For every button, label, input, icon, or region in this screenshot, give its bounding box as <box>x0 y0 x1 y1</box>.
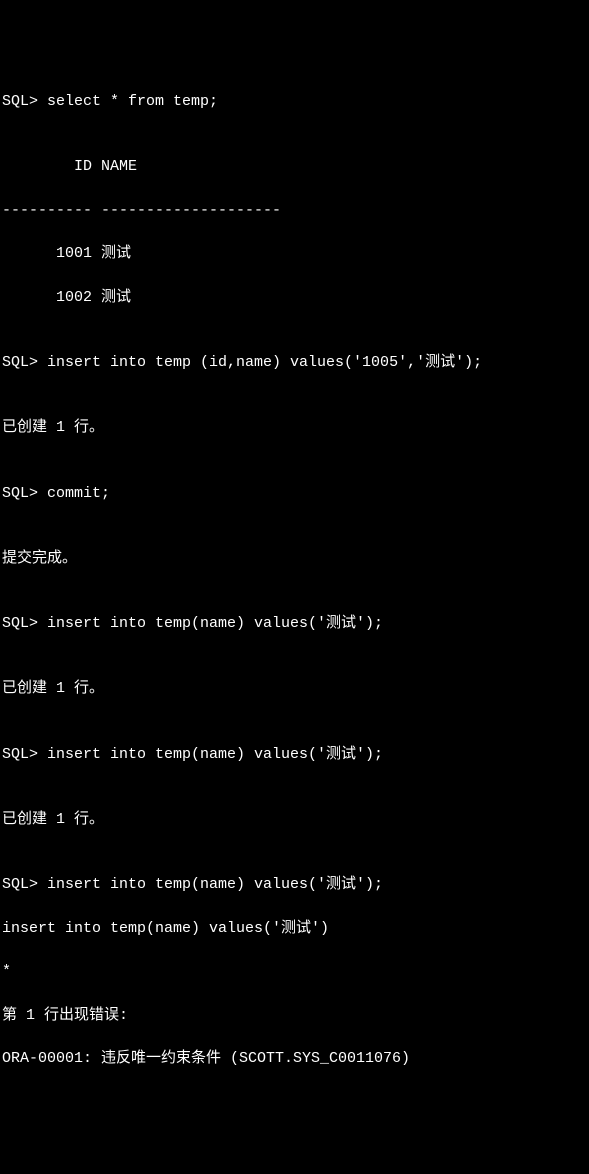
sql-command-line: SQL> select * from temp; <box>2 91 587 113</box>
result-message: 已创建 1 行。 <box>2 809 587 831</box>
column-header: ID NAME <box>2 156 587 178</box>
column-divider: ---------- -------------------- <box>2 200 587 222</box>
sql-command-line: SQL> insert into temp(name) values('测试')… <box>2 744 587 766</box>
error-line-label: 第 1 行出现错误: <box>2 1005 587 1027</box>
error-echo-line: insert into temp(name) values('测试') <box>2 918 587 940</box>
result-message: 已创建 1 行。 <box>2 417 587 439</box>
error-message: ORA-00001: 违反唯一约束条件 (SCOTT.SYS_C0011076) <box>2 1048 587 1070</box>
result-row: 1002 测试 <box>2 287 587 309</box>
sql-command-line: SQL> insert into temp(name) values('测试')… <box>2 874 587 896</box>
sql-command-line: SQL> insert into temp (id,name) values('… <box>2 352 587 374</box>
sql-command-line: SQL> commit; <box>2 483 587 505</box>
result-message: 提交完成。 <box>2 548 587 570</box>
result-row: 1001 测试 <box>2 243 587 265</box>
sql-command-line: SQL> insert into temp(name) values('测试')… <box>2 613 587 635</box>
error-marker: * <box>2 961 587 983</box>
result-message: 已创建 1 行。 <box>2 678 587 700</box>
